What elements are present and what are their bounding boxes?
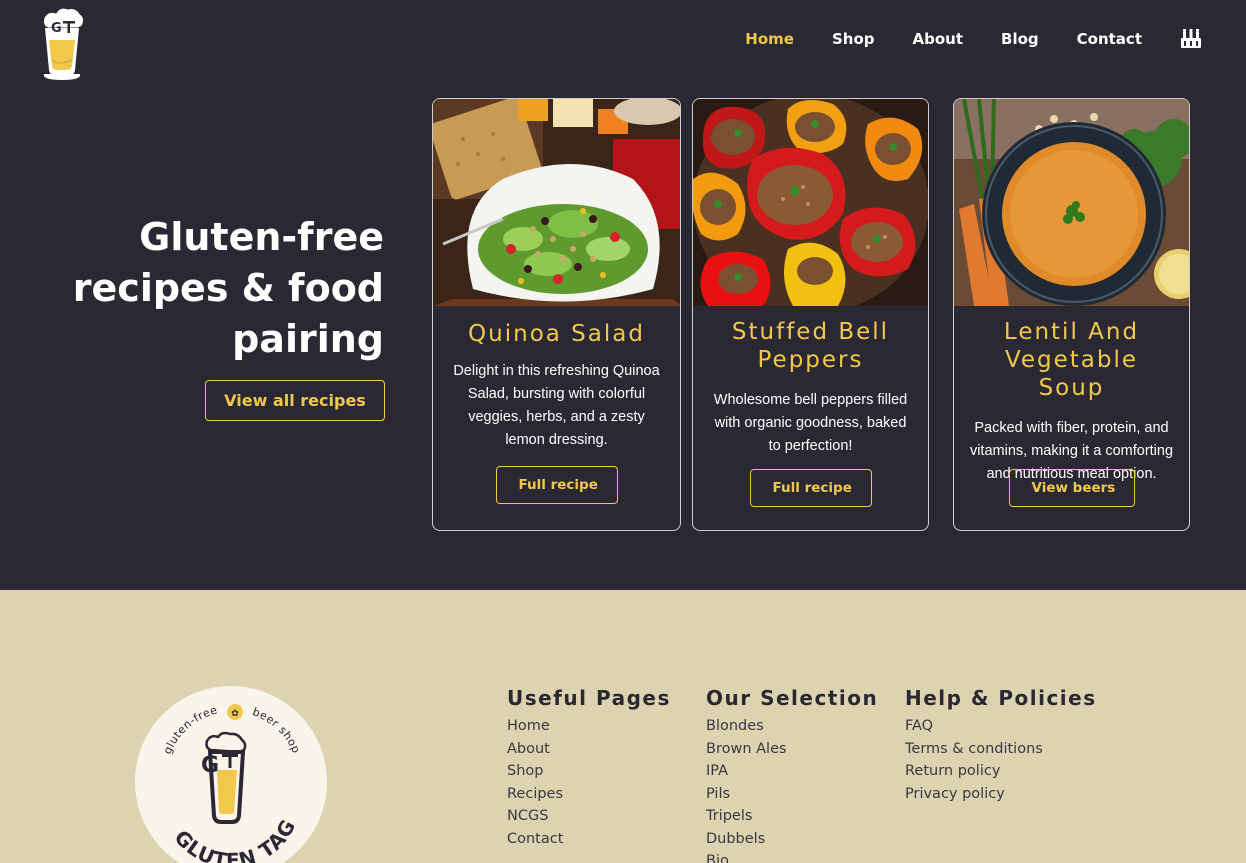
footer-link-recipes[interactable]: Recipes: [507, 786, 563, 802]
nav-contact[interactable]: Contact: [1077, 30, 1142, 48]
footer-link-ncgs[interactable]: NCGS: [507, 808, 548, 824]
hero-title-line2: recipes & food: [72, 266, 384, 310]
footer-link-blondes[interactable]: Blondes: [706, 718, 764, 734]
footer-heading: Our Selection: [706, 686, 879, 710]
footer-link-privacy-policy[interactable]: Privacy policy: [905, 786, 1005, 802]
footer-link-ipa[interactable]: IPA: [706, 763, 728, 779]
header-section: G Home Shop About Blog Contact Gluten-fr…: [0, 0, 1246, 590]
full-recipe-button[interactable]: Full recipe: [749, 469, 872, 507]
footer-link-brown-ales[interactable]: Brown Ales: [706, 741, 787, 757]
footer-link-tripels[interactable]: Tripels: [706, 808, 752, 824]
footer-link-home[interactable]: Home: [507, 718, 550, 734]
view-all-recipes-button[interactable]: View all recipes: [205, 380, 385, 421]
footer-heading: Help & Policies: [905, 686, 1097, 710]
recipe-card-lentil-soup: Lentil And Vegetable Soup Packed with fi…: [953, 98, 1190, 531]
card-title-line1: Stuffed Bell: [731, 319, 890, 345]
card-title: Lentil And Vegetable Soup: [954, 318, 1189, 402]
footer-column-help-policies: Help & Policies FAQ Terms & conditions R…: [905, 686, 1097, 805]
main-nav: Home Shop About Blog Contact: [707, 28, 1202, 50]
gluten-tag-logo-icon[interactable]: G: [38, 6, 86, 80]
nav-shop[interactable]: Shop: [832, 30, 875, 48]
footer-link-terms[interactable]: Terms & conditions: [905, 741, 1043, 757]
card-description: Wholesome bell peppers filled with organ…: [713, 392, 908, 454]
lentil-soup-photo[interactable]: [954, 99, 1189, 306]
footer-link-pils[interactable]: Pils: [706, 786, 730, 802]
full-recipe-button[interactable]: Full recipe: [495, 466, 618, 504]
recipe-card-quinoa-salad: Quinoa Salad Delight in this refreshing …: [432, 98, 681, 531]
hero-title: Gluten-free recipes & food pairing: [54, 212, 384, 365]
card-title-line2: Vegetable Soup: [1004, 347, 1139, 401]
recipe-card-stuffed-peppers: Stuffed Bell Peppers Wholesome bell pepp…: [692, 98, 929, 531]
footer-link-dubbels[interactable]: Dubbels: [706, 831, 765, 847]
gluten-tag-badge-icon: gluten-free beer shop ✿ GLUTEN TAG G: [135, 686, 327, 863]
footer-link-about[interactable]: About: [507, 741, 550, 757]
footer-link-shop[interactable]: Shop: [507, 763, 543, 779]
footer-link-faq[interactable]: FAQ: [905, 718, 933, 734]
svg-text:G: G: [201, 753, 219, 778]
footer-column-useful-pages: Useful Pages Home About Shop Recipes NCG…: [507, 686, 671, 850]
nav-blog[interactable]: Blog: [1001, 30, 1039, 48]
card-title: Quinoa Salad: [433, 320, 680, 348]
nav-about[interactable]: About: [913, 30, 964, 48]
hero-title-line1: Gluten-free: [139, 215, 384, 259]
card-title-line1: Quinoa Salad: [468, 321, 645, 347]
footer-heading: Useful Pages: [507, 686, 671, 710]
card-title-line1: Lentil And: [1003, 319, 1140, 345]
card-title: Stuffed Bell Peppers: [693, 318, 928, 374]
svg-text:beer shop: beer shop: [251, 705, 303, 755]
footer-link-contact[interactable]: Contact: [507, 831, 563, 847]
quinoa-salad-photo[interactable]: [433, 99, 680, 306]
beer-crate-icon[interactable]: [1180, 28, 1202, 50]
badge-top-right-text: beer shop: [251, 705, 303, 755]
svg-text:✿: ✿: [231, 709, 239, 719]
footer-link-return-policy[interactable]: Return policy: [905, 763, 1000, 779]
nav-home[interactable]: Home: [745, 30, 794, 48]
stuffed-peppers-photo[interactable]: [693, 99, 928, 306]
card-description: Delight in this refreshing Quinoa Salad,…: [453, 363, 660, 448]
footer: gluten-free beer shop ✿ GLUTEN TAG G Use…: [0, 590, 1246, 863]
svg-text:G: G: [51, 21, 62, 36]
footer-link-bio[interactable]: Bio: [706, 853, 729, 863]
card-title-line2: Peppers: [757, 347, 864, 373]
hero-title-line3: pairing: [232, 317, 384, 361]
footer-column-our-selection: Our Selection Blondes Brown Ales IPA Pil…: [706, 686, 878, 863]
view-beers-button[interactable]: View beers: [1008, 469, 1135, 507]
